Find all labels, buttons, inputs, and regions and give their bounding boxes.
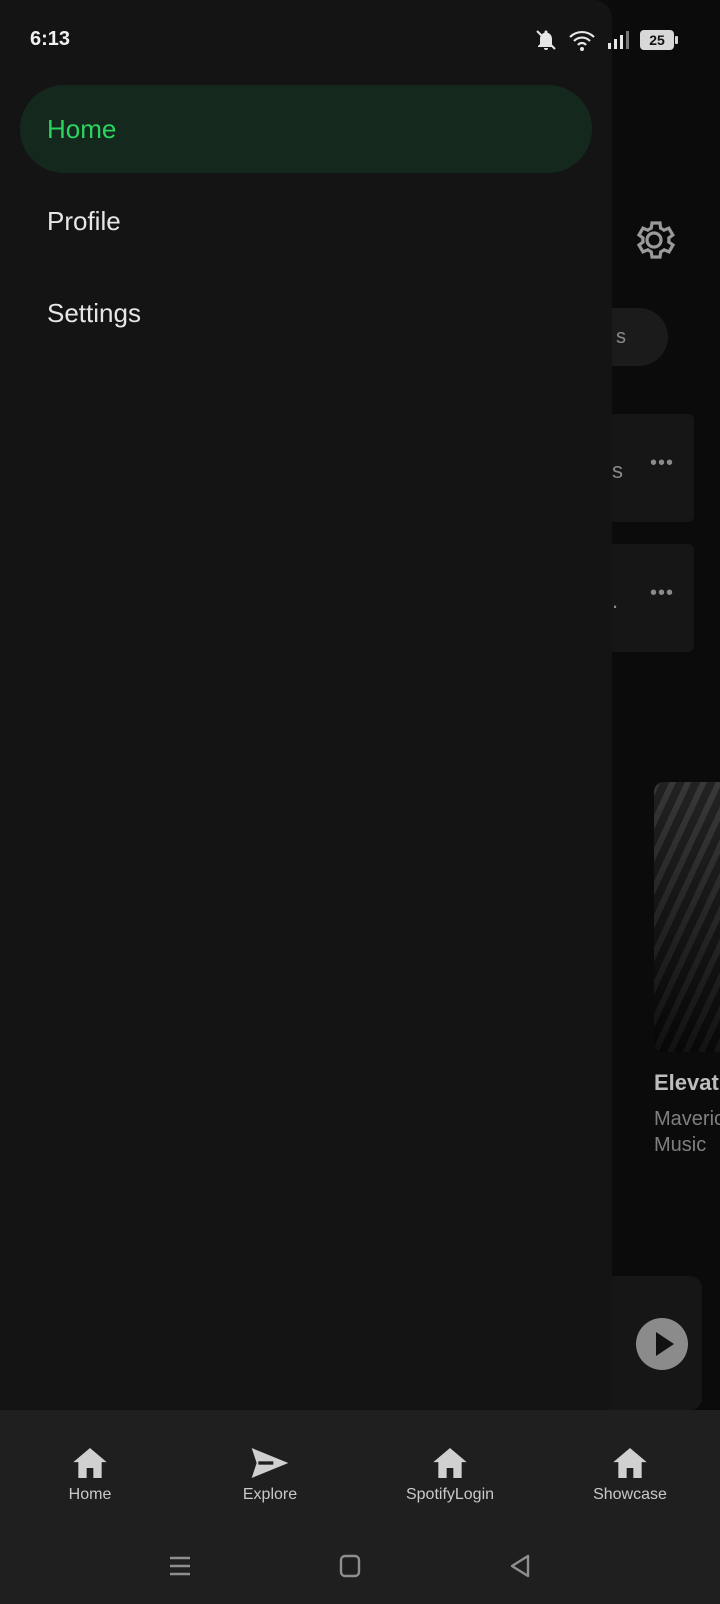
drawer-item-profile[interactable]: Profile (20, 177, 592, 265)
status-bar: 6:13 25 (0, 0, 720, 80)
settings-gear-icon[interactable] (630, 216, 678, 264)
app-screen: s s ••• . ••• Elevat Maveric Music Home … (0, 0, 720, 1604)
album-title: Elevat (654, 1070, 719, 1095)
signal-icon (608, 31, 629, 49)
home-icon (73, 1448, 107, 1478)
more-options-icon[interactable]: ••• (650, 582, 674, 605)
home-icon (613, 1448, 647, 1478)
drawer-menu: Home Profile Settings (20, 85, 592, 361)
bottom-navigation: Home Explore SpotifyLogin Showcase (0, 1446, 720, 1530)
bottom-nav-label: Explore (242, 1486, 298, 1503)
navigation-drawer: Home Profile Settings (0, 0, 612, 1410)
bottom-nav-home[interactable]: Home (0, 1446, 180, 1530)
status-time: 6:13 (30, 28, 71, 50)
drawer-item-home[interactable]: Home (20, 85, 592, 173)
bottom-nav-label: SpotifyLogin (405, 1486, 495, 1503)
bottom-nav-background (0, 1410, 720, 1446)
album-artist: Maveric Music (654, 1108, 720, 1156)
bottom-nav-showcase[interactable]: Showcase (540, 1446, 720, 1530)
bottom-nav-explore[interactable]: Explore (180, 1446, 360, 1530)
bottom-nav-label: Home (68, 1486, 112, 1503)
filter-chip-label: s (616, 326, 626, 348)
status-icons: 25 (534, 28, 678, 52)
back-triangle-icon[interactable] (500, 1550, 540, 1582)
bottom-nav-label: Showcase (593, 1486, 667, 1503)
bottom-nav-spotifylogin[interactable]: SpotifyLogin (360, 1446, 540, 1530)
send-icon (251, 1448, 289, 1478)
system-navigation-bar (0, 1530, 720, 1604)
home-icon (433, 1448, 467, 1478)
more-options-icon[interactable]: ••• (650, 452, 674, 475)
battery-icon: 25 (640, 30, 678, 50)
wifi-icon (569, 30, 595, 51)
recents-menu-icon[interactable] (160, 1550, 200, 1582)
album-cover-image[interactable] (654, 782, 720, 1052)
drawer-item-settings[interactable]: Settings (20, 269, 592, 357)
album-cover-overlay (654, 782, 720, 1052)
battery-level: 25 (649, 32, 665, 48)
bell-muted-icon (536, 30, 556, 50)
list-card-label: . (612, 588, 619, 613)
drawer-item-label: Profile (47, 205, 121, 236)
list-card-label: s (612, 458, 623, 483)
drawer-item-label: Settings (47, 297, 141, 328)
drawer-item-label: Home (47, 113, 117, 144)
home-square-icon[interactable] (330, 1550, 370, 1582)
play-button[interactable] (636, 1318, 688, 1370)
